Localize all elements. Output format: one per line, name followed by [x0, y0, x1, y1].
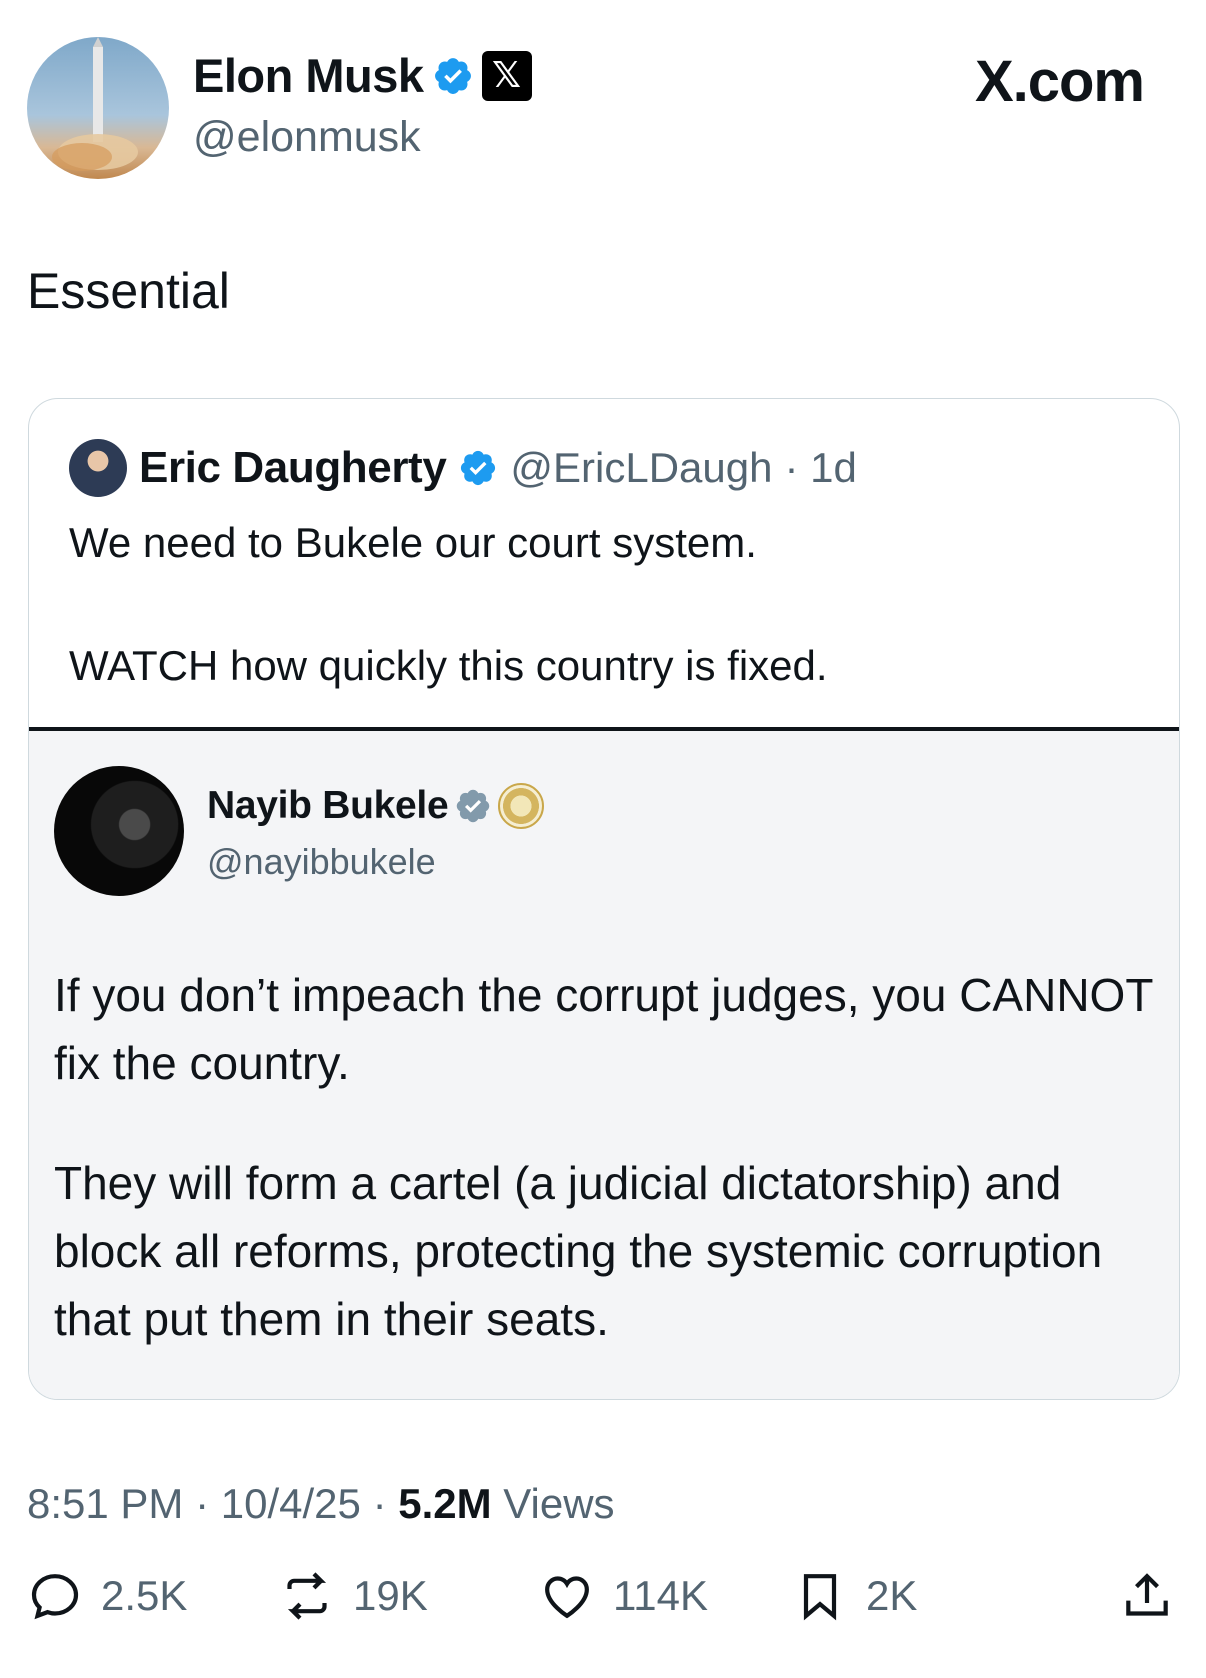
author-handle[interactable]: @elonmusk: [193, 113, 421, 162]
verified-badge-icon: [457, 789, 490, 823]
views-count: 5.2M: [398, 1480, 492, 1527]
bookmark-count: 2K: [866, 1572, 918, 1619]
x-logo-icon: 𝕏: [481, 50, 532, 101]
repost-button[interactable]: 19K: [279, 1568, 428, 1624]
embedded-author-row: Nayib Bukele: [207, 783, 545, 829]
like-button[interactable]: 114K: [539, 1568, 708, 1624]
government-seal-icon: [498, 783, 545, 829]
verified-badge-icon: [461, 450, 496, 486]
share-icon: [1126, 1573, 1168, 1616]
quoted-tweet-card[interactable]: Eric Daugherty @EricLDaugh · 1d We need …: [28, 398, 1180, 1400]
reply-count: 2.5K: [101, 1572, 188, 1619]
like-count: 114K: [613, 1572, 708, 1619]
embedded-author-avatar: [54, 766, 184, 896]
reply-icon: [31, 1574, 79, 1620]
quoted-text-line-2: WATCH how quickly this country is fixed.: [69, 642, 828, 689]
brand-logo: X.com: [974, 49, 1145, 114]
quoted-text-line-1: We need to Bukele our court system.: [69, 519, 757, 566]
views-label: Views: [503, 1480, 615, 1527]
embedded-paragraph-2: They will form a cartel (a judicial dict…: [54, 1157, 1103, 1345]
bookmark-icon: [803, 1574, 837, 1621]
tweet-time[interactable]: 8:51 PM: [27, 1480, 183, 1527]
tweet-date[interactable]: 10/4/25: [221, 1480, 361, 1527]
tweet-text: Essential: [27, 263, 230, 319]
quoted-author-handle[interactable]: @EricLDaugh: [510, 444, 772, 492]
embedded-screenshot[interactable]: Nayib Bukele @nayibbukele If you don’t i…: [29, 731, 1179, 1399]
embedded-paragraph-1: If you don’t impeach the corrupt judges,…: [54, 969, 1153, 1089]
quoted-author-avatar[interactable]: [69, 439, 127, 497]
action-bar: 2.5K 19K 114K 2K: [27, 1568, 1177, 1628]
author-avatar[interactable]: [27, 37, 169, 179]
quoted-tweet-age: · 1d: [784, 444, 857, 491]
author-name[interactable]: Elon Musk: [193, 48, 424, 103]
embedded-author-handle: @nayibbukele: [207, 841, 436, 882]
quoted-author-row: Eric Daugherty @EricLDaugh · 1d: [69, 439, 857, 497]
quoted-author-name[interactable]: Eric Daugherty: [139, 443, 447, 493]
like-icon: [545, 1576, 589, 1619]
author-name-row: Elon Musk 𝕏: [193, 48, 532, 103]
embedded-author-name: Nayib Bukele: [207, 784, 449, 827]
reply-button[interactable]: 2.5K: [27, 1568, 187, 1624]
repost-icon: [287, 1572, 327, 1620]
share-button[interactable]: [1119, 1568, 1175, 1624]
tweet-meta: 8:51 PM · 10/4/25 · 5.2M Views: [27, 1480, 615, 1527]
verified-badge-icon: [434, 57, 471, 94]
bookmark-button[interactable]: 2K: [792, 1568, 917, 1624]
repost-count: 19K: [353, 1572, 428, 1619]
